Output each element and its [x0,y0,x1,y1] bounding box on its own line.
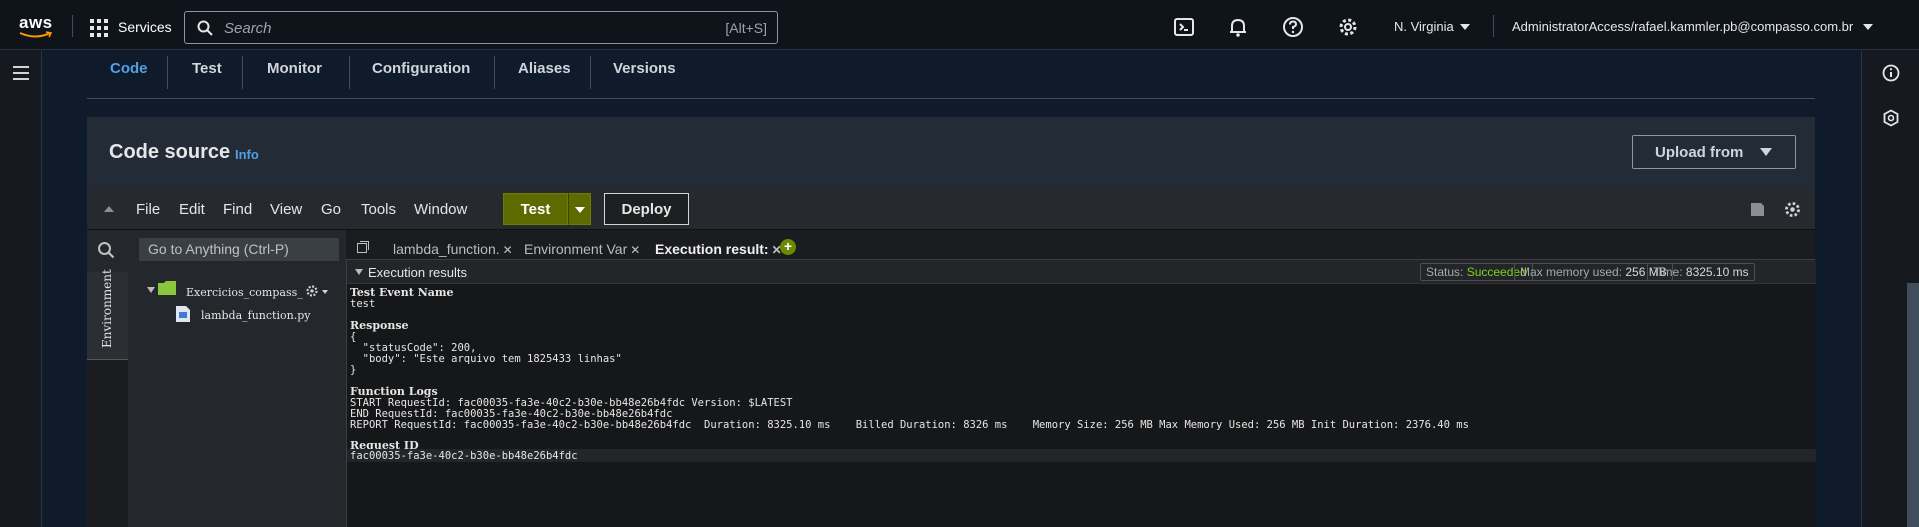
time-badge: Time: 8325.10 ms [1647,263,1755,281]
menu-edit[interactable]: Edit [179,201,205,218]
tab-execution-results[interactable]: Execution result: ✕ [655,241,782,257]
search-shortcut: [Alt+S] [725,20,767,36]
divider [242,56,243,89]
aws-logo[interactable]: aws [19,13,53,33]
region-label: N. Virginia [1394,19,1454,34]
cloudshell-icon[interactable] [1173,16,1195,38]
caret-down-icon [1759,148,1772,156]
tab-list-icon[interactable] [357,241,369,253]
search-icon[interactable] [97,241,115,259]
menu-tools[interactable]: Tools [361,201,396,218]
environment-tab-label: Environment [100,269,114,348]
expand-icon[interactable] [147,287,155,293]
tab-environment-variables[interactable]: Environment Var ✕ [524,241,640,257]
function-tabs: Code Test Monitor Configuration Aliases … [87,51,1815,99]
right-rail [1861,51,1919,527]
divider [590,56,591,89]
response-line: "body": "Este arquivo tem 1825433 linhas… [350,353,622,365]
menu-file[interactable]: File [136,201,160,218]
scrollbar[interactable] [1907,283,1919,527]
editor-tabs: lambda_function. ✕ Environment Var ✕ Execu… [346,230,1815,260]
tab-lambda-function[interactable]: lambda_function. ✕ [393,241,513,257]
services-grid-icon[interactable] [90,19,108,37]
tab-label: lambda_function. [393,241,500,257]
help-icon[interactable] [1282,16,1304,38]
settings-icon[interactable] [1337,16,1359,38]
time-label: Time: [1653,265,1683,279]
test-event-value: test [350,298,376,310]
test-button[interactable]: Test [503,193,568,225]
close-icon[interactable]: ✕ [630,243,640,257]
tab-label: Environment Var [524,241,628,257]
top-navigation: aws Services Search [Alt+S] N. Virginia [0,0,1919,50]
tab-code[interactable]: Code [110,51,148,87]
divider [349,56,350,89]
gear-icon[interactable] [305,284,319,298]
response-heading: Response [350,319,409,332]
hamburger-menu-icon[interactable] [13,66,29,84]
services-menu[interactable]: Services [118,19,172,35]
tab-monitor[interactable]: Monitor [267,51,322,87]
tab-test[interactable]: Test [192,51,222,87]
divider [167,56,168,89]
divider [72,15,73,37]
divider [1493,15,1494,37]
tree-file-label[interactable]: lambda_function.py [201,309,310,322]
menu-view[interactable]: View [270,201,302,218]
response-line: } [350,364,357,376]
tab-label: Execution result: [655,241,769,257]
results-header: Execution results Status: Succeeded Max … [347,260,1816,284]
chevron-down-icon [1459,24,1470,30]
close-icon[interactable]: ✕ [503,243,513,257]
menu-window[interactable]: Window [414,201,467,218]
region-selector[interactable]: N. Virginia [1394,19,1470,34]
split-view-icon[interactable] [1749,201,1766,218]
menu-go[interactable]: Go [321,201,341,218]
account-menu[interactable]: AdministratorAccess/rafael.kammler.pb@co… [1512,19,1874,34]
tab-configuration[interactable]: Configuration [372,51,470,87]
search-placeholder: Search [224,20,272,37]
caret-down-icon [575,207,585,213]
aws-smile-icon [19,31,53,38]
cloud9-editor: File Edit Find View Go Tools Window Test… [87,188,1816,527]
file-explorer: Go to Anything (Ctrl-P) Environment Exer… [87,230,346,527]
tab-versions[interactable]: Versions [613,51,676,87]
request-id-value[interactable]: fac00035-fa3e-40c2-b30e-bb48e26b4fdc [350,450,578,462]
folder-icon [158,281,176,295]
collapse-icon[interactable] [104,206,114,212]
panel-title: Code source [109,141,231,163]
chevron-down-icon [1863,24,1874,30]
execution-results-panel: Execution results Status: Succeeded Max … [346,260,1816,527]
log-line: REPORT RequestId: fac00035-fa3e-40c2-b30… [350,419,1469,431]
info-link[interactable]: Info [235,147,259,162]
account-label: AdministratorAccess/rafael.kammler.pb@co… [1512,19,1854,34]
upload-label: Upload from [1655,144,1744,161]
editor-settings-icon[interactable] [1783,200,1802,219]
notifications-icon[interactable] [1227,16,1249,38]
tab-aliases[interactable]: Aliases [518,51,571,87]
python-file-icon [176,306,190,322]
tree-folder-label[interactable]: Exercicios_compass_ [186,286,303,299]
menu-find[interactable]: Find [223,201,252,218]
editor-menubar: File Edit Find View Go Tools Window Test… [87,188,1815,230]
upload-from-button[interactable]: Upload from [1632,135,1796,169]
info-panel-icon[interactable] [1882,64,1900,82]
search-icon [197,20,213,36]
search-input[interactable]: Search [Alt+S] [184,11,778,44]
goto-anything-input[interactable]: Go to Anything (Ctrl-P) [139,238,339,261]
memory-label: Max memory used: [1520,265,1623,279]
test-dropdown-button[interactable] [568,193,591,225]
divider [494,56,495,89]
deploy-button[interactable]: Deploy [604,193,689,225]
add-tab-icon[interactable]: + [780,239,796,255]
time-value: 8325.10 ms [1685,265,1749,279]
results-title: Execution results [368,265,467,280]
caret-down-icon [322,290,328,294]
status-label: Status: [1426,265,1464,279]
feedback-icon[interactable] [1882,109,1900,127]
collapse-icon[interactable] [355,269,363,275]
left-rail [0,51,42,527]
